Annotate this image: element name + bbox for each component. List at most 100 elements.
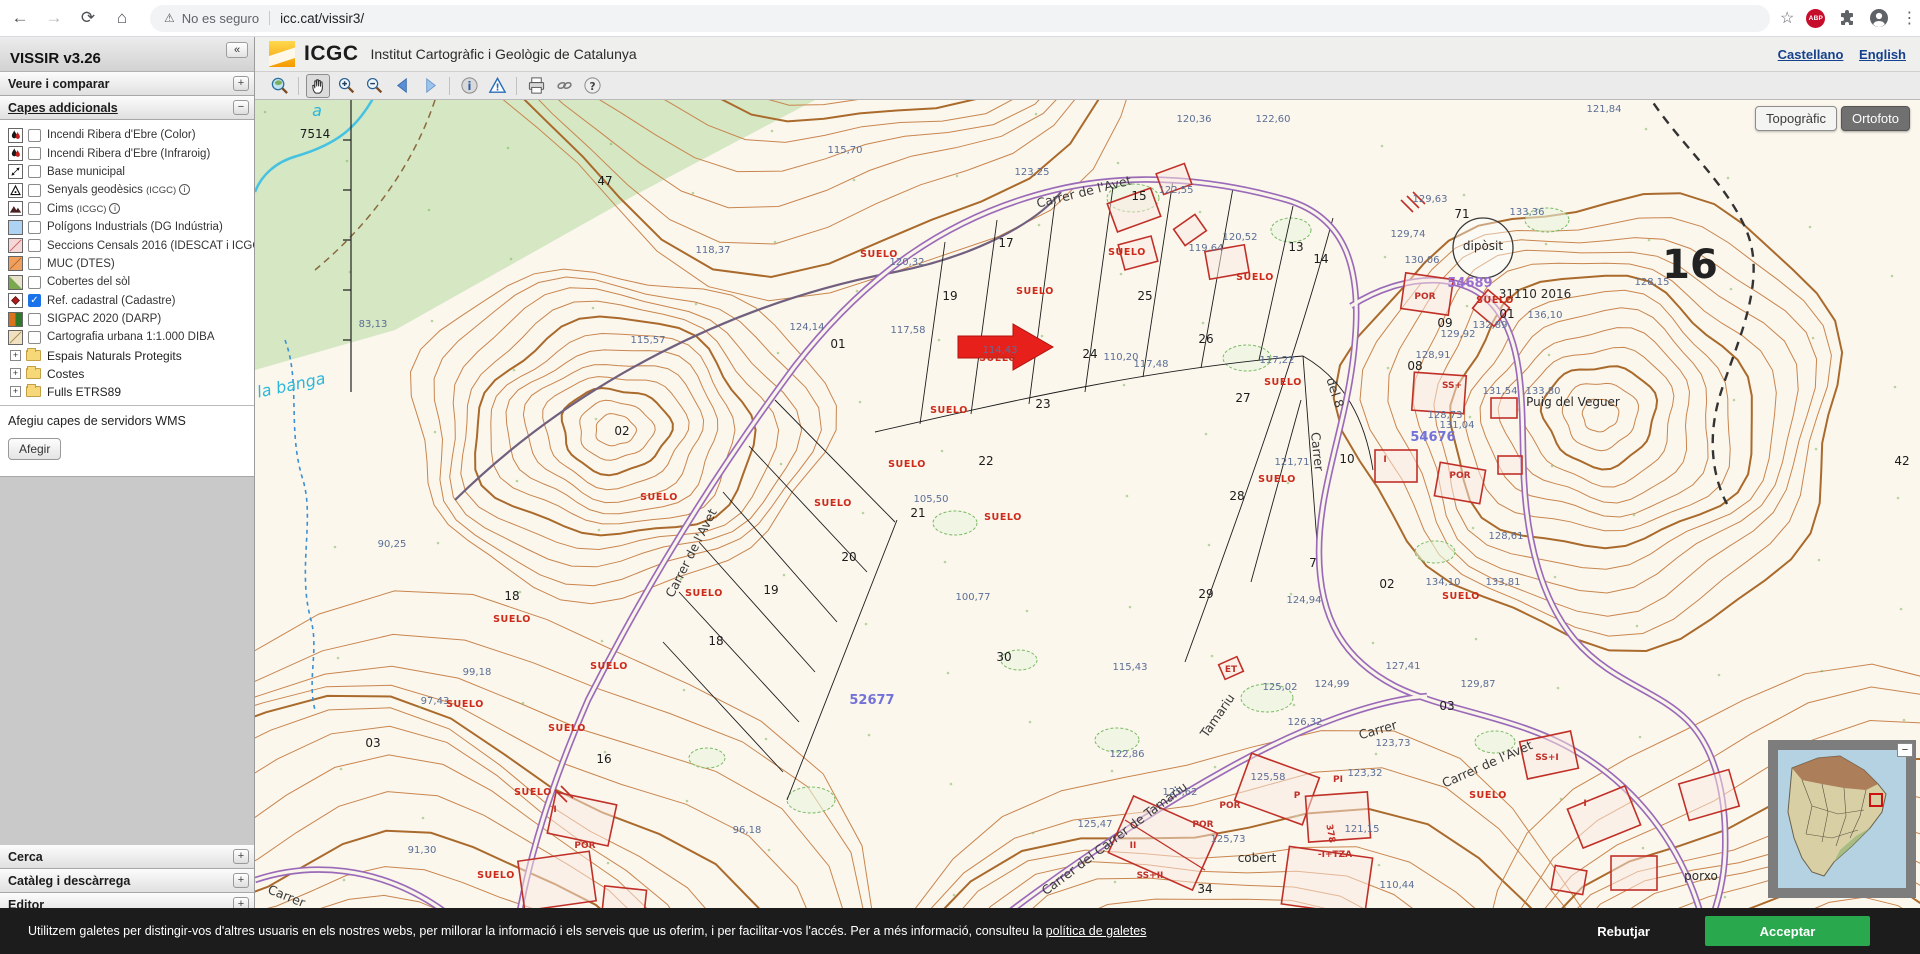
info-icon[interactable]: i bbox=[179, 184, 190, 195]
back-icon[interactable]: ← bbox=[6, 4, 34, 32]
base-layer-topografic-button[interactable]: Topogràfic bbox=[1755, 106, 1837, 131]
app-header: ICGC Institut Cartogràfic i Geològic de … bbox=[255, 37, 1920, 72]
reload-icon[interactable]: ⟳ bbox=[74, 4, 102, 32]
cookie-policy-link[interactable]: política de galetes bbox=[1046, 924, 1147, 938]
layer-label[interactable]: Ref. cadastral (Cadastre) bbox=[47, 295, 175, 307]
divider bbox=[269, 11, 270, 25]
layer-checkbox[interactable] bbox=[28, 147, 41, 160]
cookie-accept-button[interactable]: Acceptar bbox=[1705, 916, 1870, 946]
layer-label[interactable]: Base municipal bbox=[47, 166, 125, 178]
lang-link-castellano[interactable]: Castellano bbox=[1778, 47, 1844, 62]
expand-icon[interactable]: + bbox=[233, 849, 249, 864]
map-label: 117,22 bbox=[1260, 355, 1295, 366]
browser-chrome: ← → ⟳ ⌂ ⚠ No es seguro icc.cat/vissir3/ … bbox=[0, 0, 1920, 37]
extensions-puzzle-icon[interactable] bbox=[1837, 8, 1857, 28]
feature-info-button[interactable]: i bbox=[457, 74, 481, 98]
layer-checkbox[interactable] bbox=[28, 221, 41, 234]
map-label: SUELO bbox=[446, 699, 484, 710]
layer-row: Polígons Industrials (DG Indústria) bbox=[0, 218, 254, 236]
map-label: 125,73 bbox=[1211, 834, 1246, 845]
folder-row: + Costes bbox=[0, 365, 254, 383]
layer-label[interactable]: Incendi Ribera d'Ebre (Infraroig) bbox=[47, 148, 210, 160]
layer-label[interactable]: Cobertes del sòl bbox=[47, 276, 130, 288]
map-label: 122,55 bbox=[1159, 185, 1194, 196]
pan-tool-button[interactable] bbox=[306, 74, 330, 98]
bookmark-star-icon[interactable]: ☆ bbox=[1780, 8, 1794, 28]
accordion-veure-i-comparar[interactable]: Veure i comparar + bbox=[0, 72, 254, 96]
map-label: POR bbox=[1219, 801, 1240, 811]
map-label: 129,74 bbox=[1391, 229, 1426, 240]
accordion-capes-addicionals[interactable]: Capes addicionals − bbox=[0, 96, 254, 120]
layer-label[interactable]: Seccions Censals 2016 (IDESCAT i ICGC) bbox=[47, 240, 255, 252]
sidebar-collapse-button[interactable]: « bbox=[226, 42, 248, 58]
folder-label[interactable]: Fulls ETRS89 bbox=[47, 385, 121, 399]
overview-minimap[interactable]: − bbox=[1768, 740, 1916, 898]
expand-plus-icon[interactable]: + bbox=[10, 386, 21, 397]
map-label: 121,15 bbox=[1345, 824, 1380, 835]
address-bar[interactable]: ⚠ No es seguro icc.cat/vissir3/ bbox=[150, 5, 1770, 32]
app-title: VISSIR v3.26 bbox=[10, 50, 101, 67]
map-canvas[interactable]: Carrer de l'AvetCarrer de l'AvetCarrer d… bbox=[255, 100, 1920, 954]
zoom-in-button[interactable] bbox=[334, 74, 358, 98]
layer-row: Incendi Ribera d'Ebre (Color) bbox=[0, 126, 254, 144]
cookie-reject-button[interactable]: Rebutjar bbox=[1597, 924, 1650, 939]
layer-checkbox[interactable] bbox=[28, 239, 41, 252]
base-layer-ortofoto-button[interactable]: Ortofoto bbox=[1841, 106, 1910, 131]
layer-checkbox[interactable] bbox=[28, 184, 41, 197]
profile-avatar[interactable] bbox=[1869, 8, 1889, 28]
info-icon[interactable]: i bbox=[109, 203, 120, 214]
expand-plus-icon[interactable]: + bbox=[10, 350, 21, 361]
expand-plus-icon[interactable]: + bbox=[10, 368, 21, 379]
map-label: 125,47 bbox=[1078, 819, 1113, 830]
layer-row: Cims (ICGC)i bbox=[0, 200, 254, 218]
zoom-out-button[interactable] bbox=[362, 74, 386, 98]
layer-row: MUC (DTES) bbox=[0, 255, 254, 273]
map-label: II bbox=[1130, 841, 1137, 851]
layer-checkbox[interactable] bbox=[28, 276, 41, 289]
report-issue-button[interactable]: ! bbox=[485, 74, 509, 98]
help-button[interactable]: ? bbox=[580, 74, 604, 98]
layer-icon-poli bbox=[8, 220, 23, 235]
collapse-icon[interactable]: − bbox=[233, 100, 249, 115]
layer-checkbox[interactable] bbox=[28, 331, 41, 344]
map-label: 54689 bbox=[1447, 276, 1492, 291]
adblock-extension-icon[interactable]: ABP bbox=[1806, 9, 1825, 28]
layer-checkbox[interactable] bbox=[28, 165, 41, 178]
layer-label[interactable]: Senyals geodèsics (ICGC)i bbox=[47, 184, 190, 196]
layer-label[interactable]: MUC (DTES) bbox=[47, 258, 115, 270]
accordion-cerca[interactable]: Cerca + bbox=[0, 845, 254, 869]
map-label: 19 bbox=[763, 583, 778, 597]
map-label: SUELO bbox=[1476, 295, 1514, 306]
print-button[interactable] bbox=[524, 74, 548, 98]
expand-icon[interactable]: + bbox=[233, 873, 249, 888]
lang-link-english[interactable]: English bbox=[1859, 47, 1906, 62]
forward-icon[interactable]: → bbox=[40, 4, 68, 32]
add-wms-button[interactable]: Afegir bbox=[8, 438, 61, 460]
layer-label[interactable]: Polígons Industrials (DG Indústria) bbox=[47, 221, 223, 233]
layer-checkbox[interactable] bbox=[28, 202, 41, 215]
previous-view-button[interactable] bbox=[390, 74, 414, 98]
layer-checkbox[interactable]: ✓ bbox=[28, 294, 41, 307]
layer-icon-cims bbox=[8, 201, 23, 216]
layer-label[interactable]: Cartografia urbana 1:1.000 DIBA bbox=[47, 331, 215, 343]
layer-label[interactable]: SIGPAC 2020 (DARP) bbox=[47, 313, 161, 325]
layer-label[interactable]: Incendi Ribera d'Ebre (Color) bbox=[47, 129, 196, 141]
accordion-cataleg-i-descarrega[interactable]: Catàleg i descàrrega + bbox=[0, 869, 254, 893]
layer-checkbox[interactable] bbox=[28, 129, 41, 142]
minimap-collapse-button[interactable]: − bbox=[1897, 743, 1913, 757]
layer-row: Senyals geodèsics (ICGC)i bbox=[0, 181, 254, 199]
folder-label[interactable]: Costes bbox=[47, 367, 84, 381]
layer-checkbox[interactable] bbox=[28, 257, 41, 270]
folder-label[interactable]: Espais Naturals Protegits bbox=[47, 349, 182, 363]
browser-menu-icon[interactable]: ⋮ bbox=[1901, 8, 1917, 28]
map-label: 126,32 bbox=[1288, 717, 1323, 728]
home-icon[interactable]: ⌂ bbox=[108, 4, 136, 32]
zoom-extent-button[interactable] bbox=[267, 74, 291, 98]
layer-checkbox[interactable] bbox=[28, 313, 41, 326]
layer-row: ✓ Ref. cadastral (Cadastre) bbox=[0, 292, 254, 310]
share-link-button[interactable] bbox=[552, 74, 576, 98]
next-view-button[interactable] bbox=[418, 74, 442, 98]
layer-label[interactable]: Cims (ICGC)i bbox=[47, 203, 120, 215]
map-label: 02 bbox=[1379, 577, 1394, 591]
expand-icon[interactable]: + bbox=[233, 76, 249, 91]
